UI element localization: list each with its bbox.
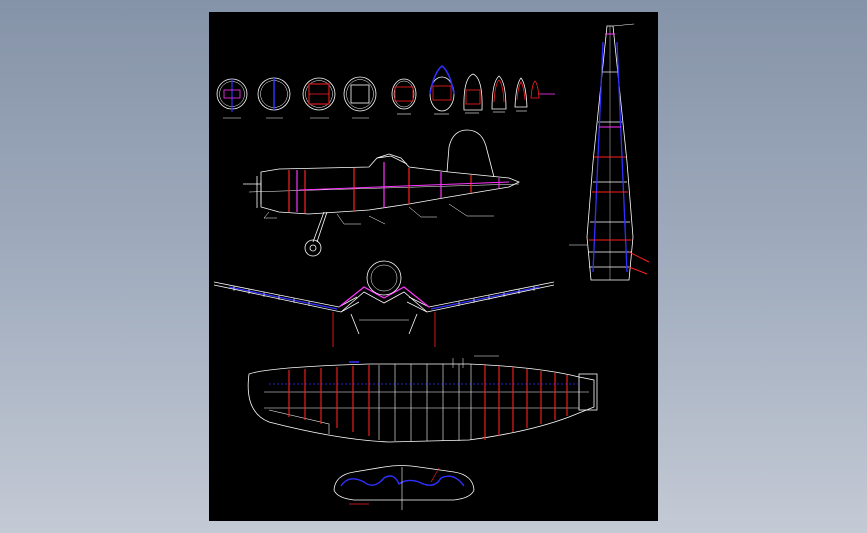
- former-3: [302, 77, 336, 111]
- wing-outline: [247, 363, 598, 443]
- former-5: [391, 78, 417, 110]
- wing-plan-view: [247, 355, 598, 443]
- former-7: [463, 73, 483, 111]
- tailplane-outline: [333, 465, 475, 501]
- side-callouts: [263, 203, 494, 225]
- wing-callouts: [452, 355, 499, 368]
- side-view: [243, 129, 520, 257]
- former-captions: [223, 110, 527, 119]
- tailplane-spar: [340, 475, 465, 487]
- cad-viewport[interactable]: [0, 0, 867, 533]
- fuselage-top-view: [569, 23, 650, 281]
- side-fuselage-outline: [243, 153, 520, 215]
- former-10: [530, 80, 555, 99]
- drawing-sheet: [209, 12, 658, 521]
- fuselage-formers: [216, 65, 555, 119]
- former-2: [257, 77, 291, 111]
- drawing-canvas: [213, 23, 650, 510]
- wing-ribs-red: [288, 365, 568, 440]
- former-9: [514, 77, 528, 108]
- former-1: [216, 78, 248, 112]
- top-red-formers: [589, 156, 650, 275]
- former-6: [429, 65, 455, 112]
- front-center: [332, 260, 436, 347]
- side-tail-fin: [446, 129, 495, 178]
- tailplane-plan-view: [333, 465, 475, 510]
- wing-spar: [269, 361, 581, 385]
- former-8: [491, 75, 507, 110]
- front-wing-left: [213, 281, 360, 313]
- wing-ribs-white: [378, 364, 472, 441]
- former-4: [343, 76, 377, 112]
- side-landing-gear: [304, 211, 328, 257]
- front-view: [213, 260, 555, 347]
- front-wing-right: [406, 281, 555, 313]
